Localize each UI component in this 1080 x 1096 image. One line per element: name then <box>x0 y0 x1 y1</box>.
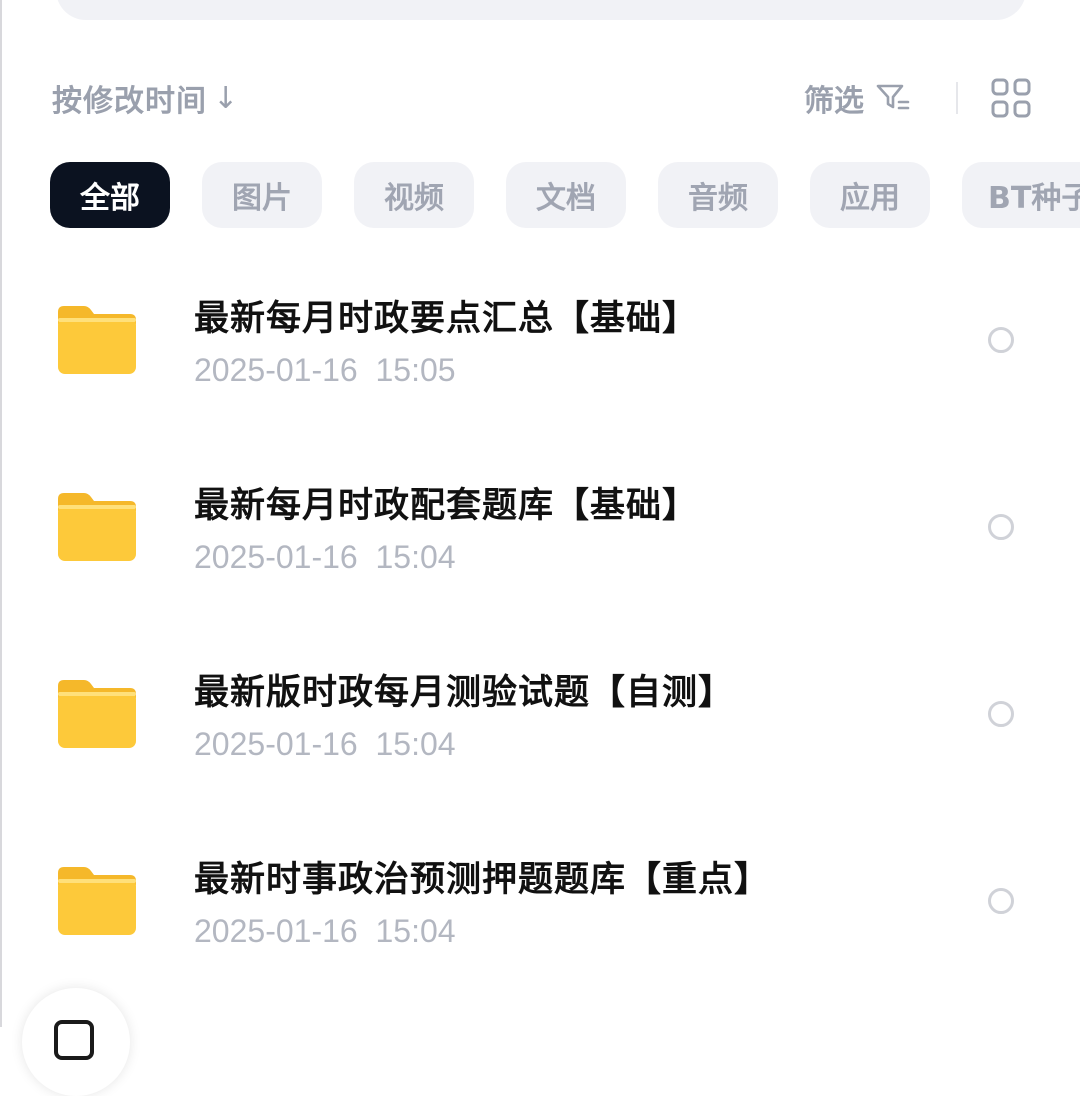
select-checkbox[interactable] <box>988 701 1014 727</box>
sort-label: 按修改时间 <box>52 84 207 119</box>
tab-all[interactable]: 全部 <box>50 162 170 228</box>
sort-arrow-icon: ↓ <box>213 80 240 116</box>
tab-apps[interactable]: 应用 <box>810 162 930 228</box>
tab-videos[interactable]: 视频 <box>354 162 474 228</box>
folder-icon <box>58 680 136 748</box>
tab-audio[interactable]: 音频 <box>658 162 778 228</box>
file-name: 最新每月时政配套题库【基础】 <box>194 486 699 526</box>
search-bar[interactable] <box>56 0 1026 20</box>
tab-images[interactable]: 图片 <box>202 162 322 228</box>
select-checkbox[interactable] <box>988 514 1014 540</box>
file-modified-time: 2025-01-16 15:04 <box>194 726 456 762</box>
tab-documents[interactable]: 文档 <box>506 162 626 228</box>
file-modified-time: 2025-01-16 15:04 <box>194 539 456 575</box>
file-modified-time: 2025-01-16 15:05 <box>194 352 456 388</box>
floating-action-button[interactable] <box>22 988 130 1096</box>
filter-label: 筛选 <box>804 84 864 119</box>
file-row[interactable]: 最新每月时政配套题库【基础】 2025-01-16 15:04 <box>0 457 1080 597</box>
category-tabs: 全部 图片 视频 文档 音频 应用 BT种子 <box>50 162 1080 228</box>
toolbar-divider <box>956 82 958 114</box>
folder-icon <box>58 493 136 561</box>
folder-icon <box>58 306 136 374</box>
select-checkbox[interactable] <box>988 327 1014 353</box>
filter-button[interactable]: 筛选 <box>804 76 910 120</box>
sort-by-modified-button[interactable]: 按修改时间 ↓ <box>52 76 239 120</box>
folder-icon <box>58 867 136 935</box>
grid-view-icon <box>991 78 1031 118</box>
file-modified-time: 2025-01-16 15:04 <box>194 913 456 949</box>
file-row[interactable]: 最新每月时政要点汇总【基础】 2025-01-16 15:05 <box>0 270 1080 410</box>
file-name: 最新版时政每月测验试题【自测】 <box>194 673 735 713</box>
file-name: 最新时事政治预测押题题库【重点】 <box>194 860 771 900</box>
fab-icon <box>54 1020 94 1060</box>
file-row[interactable]: 最新时事政治预测押题题库【重点】 2025-01-16 15:04 <box>0 831 1080 971</box>
tab-bt-torrents[interactable]: BT种子 <box>962 162 1080 228</box>
filter-funnel-icon <box>876 83 910 113</box>
grid-view-toggle[interactable] <box>988 76 1034 120</box>
select-checkbox[interactable] <box>988 888 1014 914</box>
file-row[interactable]: 最新版时政每月测验试题【自测】 2025-01-16 15:04 <box>0 644 1080 784</box>
file-name: 最新每月时政要点汇总【基础】 <box>194 299 699 339</box>
